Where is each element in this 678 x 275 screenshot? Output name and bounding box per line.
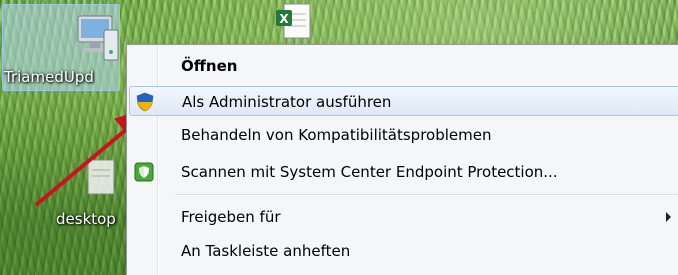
menu-item-label: Behandeln von Kompatibilitätsproblemen (181, 126, 492, 144)
menu-item-run-as-admin[interactable]: Als Administrator ausführen (129, 86, 678, 116)
menu-item-scan-endpoint[interactable]: Scannen mit System Center Endpoint Prote… (129, 157, 678, 187)
endpoint-protection-icon (134, 162, 154, 182)
context-menu: Öffnen Als Administrator ausführen Behan… (126, 44, 678, 275)
menu-item-open[interactable]: Öffnen (129, 51, 678, 81)
menu-item-label: Öffnen (181, 57, 238, 75)
menu-item-label: Scannen mit System Center Endpoint Prote… (181, 163, 558, 181)
menu-separator (175, 194, 678, 196)
menu-item-pin-taskbar[interactable]: An Taskleiste anheften (129, 236, 678, 266)
menu-item-share-with[interactable]: Freigeben für (129, 202, 678, 232)
desktop-background: TriamedUpd X desktop Öffnen Als Administ… (0, 0, 678, 275)
menu-item-label: Freigeben für (181, 208, 281, 226)
menu-item-label: Als Administrator ausführen (182, 93, 392, 111)
uac-shield-icon (136, 92, 154, 112)
submenu-arrow-icon (666, 212, 671, 222)
menu-item-label: An Taskleiste anheften (181, 242, 351, 260)
menu-item-compatibility[interactable]: Behandeln von Kompatibilitätsproblemen (129, 120, 678, 150)
